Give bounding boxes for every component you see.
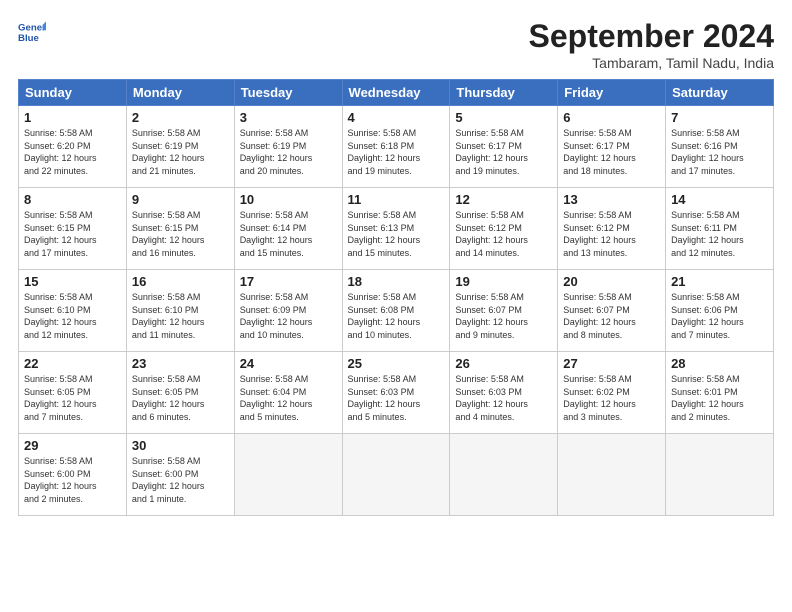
table-row [666, 434, 774, 516]
col-monday: Monday [126, 80, 234, 106]
table-row: 21Sunrise: 5:58 AMSunset: 6:06 PMDayligh… [666, 270, 774, 352]
table-row: 17Sunrise: 5:58 AMSunset: 6:09 PMDayligh… [234, 270, 342, 352]
logo: General Blue [18, 18, 46, 46]
col-thursday: Thursday [450, 80, 558, 106]
table-row: 25Sunrise: 5:58 AMSunset: 6:03 PMDayligh… [342, 352, 450, 434]
table-row: 19Sunrise: 5:58 AMSunset: 6:07 PMDayligh… [450, 270, 558, 352]
table-row [342, 434, 450, 516]
title-block: September 2024 Tambaram, Tamil Nadu, Ind… [529, 18, 774, 71]
table-row: 11Sunrise: 5:58 AMSunset: 6:13 PMDayligh… [342, 188, 450, 270]
table-row: 29Sunrise: 5:58 AMSunset: 6:00 PMDayligh… [19, 434, 127, 516]
col-tuesday: Tuesday [234, 80, 342, 106]
table-row: 27Sunrise: 5:58 AMSunset: 6:02 PMDayligh… [558, 352, 666, 434]
table-row: 7Sunrise: 5:58 AMSunset: 6:16 PMDaylight… [666, 106, 774, 188]
calendar-table: Sunday Monday Tuesday Wednesday Thursday… [18, 79, 774, 516]
table-row: 8Sunrise: 5:58 AMSunset: 6:15 PMDaylight… [19, 188, 127, 270]
col-saturday: Saturday [666, 80, 774, 106]
table-row: 13Sunrise: 5:58 AMSunset: 6:12 PMDayligh… [558, 188, 666, 270]
page: General Blue September 2024 Tambaram, Ta… [0, 0, 792, 612]
table-row: 14Sunrise: 5:58 AMSunset: 6:11 PMDayligh… [666, 188, 774, 270]
table-row [234, 434, 342, 516]
table-row: 30Sunrise: 5:58 AMSunset: 6:00 PMDayligh… [126, 434, 234, 516]
table-row: 12Sunrise: 5:58 AMSunset: 6:12 PMDayligh… [450, 188, 558, 270]
table-row: 3Sunrise: 5:58 AMSunset: 6:19 PMDaylight… [234, 106, 342, 188]
month-title: September 2024 [529, 18, 774, 55]
table-row: 2Sunrise: 5:58 AMSunset: 6:19 PMDaylight… [126, 106, 234, 188]
table-row: 23Sunrise: 5:58 AMSunset: 6:05 PMDayligh… [126, 352, 234, 434]
table-row [558, 434, 666, 516]
col-sunday: Sunday [19, 80, 127, 106]
header: General Blue September 2024 Tambaram, Ta… [18, 18, 774, 71]
table-row: 18Sunrise: 5:58 AMSunset: 6:08 PMDayligh… [342, 270, 450, 352]
logo-icon: General Blue [18, 18, 46, 46]
table-row: 24Sunrise: 5:58 AMSunset: 6:04 PMDayligh… [234, 352, 342, 434]
table-row: 22Sunrise: 5:58 AMSunset: 6:05 PMDayligh… [19, 352, 127, 434]
table-row: 28Sunrise: 5:58 AMSunset: 6:01 PMDayligh… [666, 352, 774, 434]
table-row: 16Sunrise: 5:58 AMSunset: 6:10 PMDayligh… [126, 270, 234, 352]
col-wednesday: Wednesday [342, 80, 450, 106]
table-row: 20Sunrise: 5:58 AMSunset: 6:07 PMDayligh… [558, 270, 666, 352]
svg-text:General: General [18, 22, 46, 33]
table-row: 5Sunrise: 5:58 AMSunset: 6:17 PMDaylight… [450, 106, 558, 188]
col-friday: Friday [558, 80, 666, 106]
table-row: 15Sunrise: 5:58 AMSunset: 6:10 PMDayligh… [19, 270, 127, 352]
svg-text:Blue: Blue [18, 33, 39, 44]
location: Tambaram, Tamil Nadu, India [529, 55, 774, 71]
table-row: 1Sunrise: 5:58 AMSunset: 6:20 PMDaylight… [19, 106, 127, 188]
table-row: 4Sunrise: 5:58 AMSunset: 6:18 PMDaylight… [342, 106, 450, 188]
table-row: 10Sunrise: 5:58 AMSunset: 6:14 PMDayligh… [234, 188, 342, 270]
table-row: 9Sunrise: 5:58 AMSunset: 6:15 PMDaylight… [126, 188, 234, 270]
table-row [450, 434, 558, 516]
table-row: 6Sunrise: 5:58 AMSunset: 6:17 PMDaylight… [558, 106, 666, 188]
table-row: 26Sunrise: 5:58 AMSunset: 6:03 PMDayligh… [450, 352, 558, 434]
